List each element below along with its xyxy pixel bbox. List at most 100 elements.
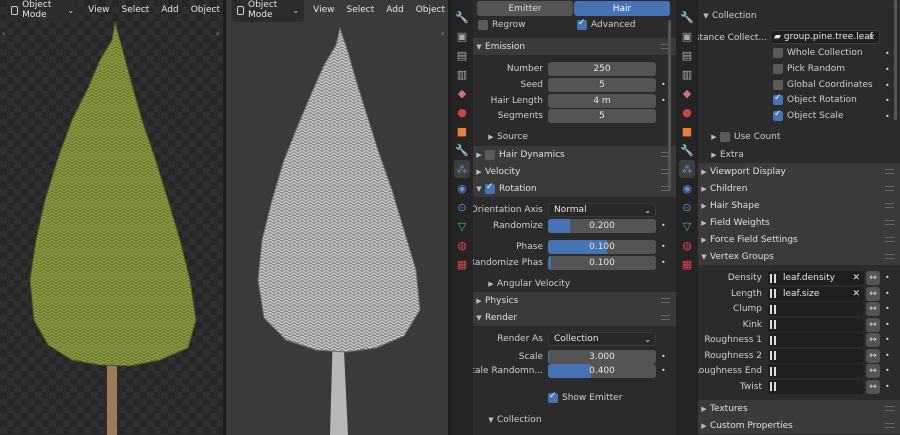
texture-icon[interactable]: ▦ [679, 255, 695, 273]
seed-field[interactable]: 5 [548, 78, 656, 92]
rotation-header[interactable]: ▼Rotation [473, 180, 676, 197]
phase-slider[interactable]: 0.100 [548, 240, 656, 254]
keyframe-dot-icon[interactable]: • [885, 96, 890, 105]
drag-grip-icon[interactable] [661, 298, 670, 303]
vertex-group-field[interactable]: leaf.size ✕ [768, 286, 864, 301]
keyframe-dot-icon[interactable]: • [885, 49, 890, 58]
invert-icon[interactable]: ↔ [866, 364, 880, 378]
data-icon[interactable]: ▽ [454, 217, 470, 235]
hair-dynamics-checkbox[interactable] [485, 149, 495, 160]
angular-velocity-subpanel[interactable]: ▶ Angular Velocity [485, 279, 570, 289]
collection-subpanel[interactable]: ▼ Collection [700, 11, 756, 21]
randomize-slider[interactable]: 0.200 [548, 219, 656, 233]
number-field[interactable]: 250 [548, 62, 656, 76]
world-icon[interactable]: ● [679, 103, 695, 121]
global-coordinates-checkbox[interactable]: Global Coordinates [773, 80, 873, 90]
vertex-group-field[interactable] [768, 317, 864, 332]
scrollbar[interactable] [894, 0, 897, 120]
constraints-icon[interactable]: ⊙ [679, 198, 695, 216]
invert-icon[interactable]: ↔ [866, 286, 880, 301]
collection-subpanel[interactable]: ▼ Collection [485, 415, 541, 425]
keyframe-dot-icon[interactable]: • [661, 221, 666, 230]
invert-icon[interactable]: ↔ [866, 302, 880, 316]
viewport-display-header[interactable]: ▶ Viewport Display [698, 163, 900, 180]
drag-grip-icon[interactable] [885, 169, 894, 174]
vertex-group-field[interactable] [768, 364, 864, 378]
rotation-checkbox[interactable] [485, 182, 495, 194]
keyframe-dot-icon[interactable]: • [885, 382, 890, 391]
render-header[interactable]: ▼ Render [473, 309, 676, 326]
drag-grip-icon[interactable] [885, 186, 894, 191]
whole-collection-checkbox[interactable]: Whole Collection [773, 48, 863, 58]
field-weights-header[interactable]: ▶ Field Weights [698, 214, 900, 231]
vertex-group-field[interactable] [768, 333, 864, 347]
material-icon[interactable]: ◍ [679, 236, 695, 254]
hair-shape-header[interactable]: ▶ Hair Shape [698, 197, 900, 214]
invert-icon[interactable]: ↔ [866, 271, 880, 285]
keyframe-dot-icon[interactable]: • [885, 273, 890, 282]
vertex-group-field[interactable]: leaf.density ✕ [768, 271, 864, 285]
orientation-axis-select[interactable]: Normal ⌄ [548, 203, 656, 217]
scene-icon[interactable]: ◆ [679, 84, 695, 102]
physics-icon[interactable]: ◉ [454, 179, 470, 197]
render-icon[interactable]: ▣ [679, 27, 695, 45]
scale-slider[interactable]: 3.000 [548, 350, 656, 364]
drag-grip-icon[interactable] [885, 254, 894, 259]
invert-icon[interactable]: ↔ [866, 333, 880, 347]
drag-grip-icon[interactable] [885, 220, 894, 225]
advanced-checkbox[interactable]: Advanced [577, 18, 635, 30]
keyframe-dot-icon[interactable]: • [885, 304, 890, 313]
world-icon[interactable]: ● [454, 103, 470, 121]
particles-icon[interactable]: ⁂ [454, 160, 470, 178]
material-icon[interactable]: ◍ [454, 236, 470, 254]
keyframe-dot-icon[interactable]: • [885, 112, 890, 121]
keyframe-dot-icon[interactable]: • [885, 81, 890, 90]
physics-icon[interactable]: ◉ [679, 179, 695, 197]
use-count-checkbox[interactable] [720, 132, 730, 142]
object-icon[interactable]: ■ [679, 122, 695, 140]
render-as-select[interactable]: Collection ⌄ [548, 332, 656, 346]
object-scale-checkbox[interactable]: Object Scale [773, 109, 843, 121]
tool-icon[interactable]: 🔧 [454, 8, 470, 26]
output-icon[interactable]: ▤ [679, 46, 695, 64]
keyframe-dot-icon[interactable]: • [885, 65, 890, 74]
scene-icon[interactable]: ◆ [454, 84, 470, 102]
physics-header[interactable]: ▶ Physics [473, 292, 676, 309]
keyframe-dot-icon[interactable]: • [885, 335, 890, 344]
instance-collection-field[interactable]: ▰ group.pine.tree.leaf ✕ [770, 30, 880, 44]
keyframe-dot-icon[interactable]: • [661, 352, 666, 361]
keyframe-dot-icon[interactable]: • [661, 80, 666, 89]
object-rotation-checkbox[interactable]: Object Rotation [773, 93, 857, 105]
object-icon[interactable]: ■ [454, 122, 470, 140]
keyframe-dot-icon[interactable]: • [885, 351, 890, 360]
modifier-icon[interactable]: 🔧 [454, 141, 470, 159]
pick-random-checkbox[interactable]: Pick Random [773, 64, 845, 74]
data-icon[interactable]: ▽ [679, 217, 695, 235]
render-icon[interactable]: ▣ [454, 27, 470, 45]
randomize-phase-slider[interactable]: 0.100 [548, 256, 656, 270]
view-layer-icon[interactable]: ▥ [679, 65, 695, 83]
invert-icon[interactable]: ↔ [866, 317, 880, 332]
drag-grip-icon[interactable] [885, 406, 894, 411]
hair-dynamics-header[interactable]: ▶ Hair Dynamics [473, 146, 676, 163]
show-emitter-checkbox[interactable]: Show Emitter [548, 391, 622, 403]
textures-header[interactable]: ▶ Textures [698, 400, 900, 417]
drag-grip-icon[interactable] [885, 203, 894, 208]
vertex-group-field[interactable] [768, 302, 864, 316]
clear-icon[interactable]: ✕ [852, 273, 860, 283]
particles-icon[interactable]: ⁂ [679, 160, 695, 178]
keyframe-dot-icon[interactable]: • [661, 242, 666, 251]
hair-tab[interactable]: Hair [574, 1, 670, 16]
viewport-material[interactable]: Object Mode ⌄ View Select Add Object › ‹ [0, 0, 223, 435]
invert-icon[interactable]: ↔ [866, 348, 880, 363]
keyframe-dot-icon[interactable]: • [885, 289, 890, 298]
vertex-groups-header[interactable]: ▼ Vertex Groups [698, 248, 900, 265]
clear-icon[interactable]: ✕ [868, 33, 875, 42]
keyframe-dot-icon[interactable]: • [661, 366, 666, 375]
tool-icon[interactable]: 🔧 [679, 8, 695, 26]
scale-random-slider[interactable]: 0.400 [548, 364, 656, 378]
viewport-solid[interactable]: Object Mode ⌄ View Select Add Object ‹ [226, 0, 448, 435]
modifier-icon[interactable]: 🔧 [679, 141, 695, 159]
hair-length-field[interactable]: 4 m [548, 94, 656, 108]
keyframe-dot-icon[interactable]: • [885, 320, 890, 329]
